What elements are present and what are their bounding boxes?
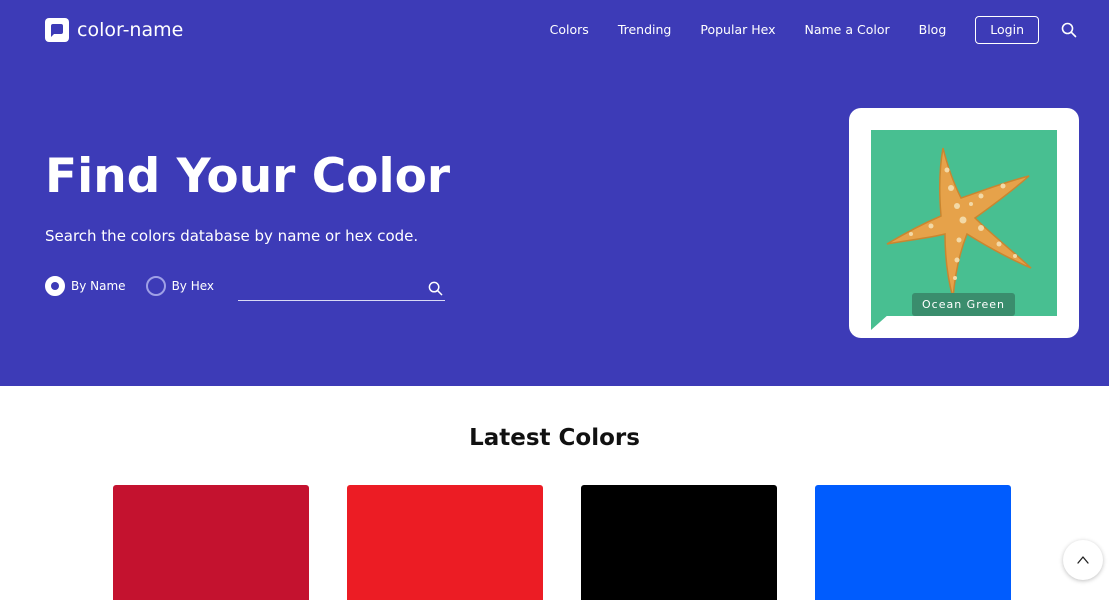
search-submit-icon[interactable] <box>425 278 445 300</box>
latest-color-tile[interactable] <box>113 485 309 600</box>
latest-color-tile[interactable] <box>815 485 1011 600</box>
brand-logo[interactable]: color-name <box>45 18 183 42</box>
hero-section: color-name Colors Trending Popular Hex N… <box>0 0 1109 386</box>
chevron-up-icon <box>1077 556 1089 564</box>
swatch-tail <box>871 314 889 330</box>
page-title: Find Your Color <box>45 149 451 204</box>
radio-unselected-icon[interactable] <box>145 276 166 296</box>
search-mode-group: By Name By Hex <box>45 276 234 296</box>
color-search <box>238 277 445 301</box>
nav-item-trending[interactable]: Trending <box>618 16 672 44</box>
nav-item-popular-hex[interactable]: Popular Hex <box>700 16 775 44</box>
latest-colors-title: Latest Colors <box>469 425 640 451</box>
brand-name: color-name <box>77 19 184 41</box>
main-nav: Colors Trending Popular Hex Name a Color… <box>550 16 1079 44</box>
latest-color-tile[interactable] <box>581 485 777 600</box>
radio-selected-icon[interactable] <box>45 276 65 296</box>
login-button[interactable]: Login <box>975 16 1039 44</box>
nav-item-colors[interactable]: Colors <box>550 16 589 44</box>
featured-color-name: Ocean Green <box>912 293 1015 316</box>
radio-by-hex-label: By Hex <box>171 279 215 293</box>
nav-item-name-a-color[interactable]: Name a Color <box>805 16 890 44</box>
scroll-to-top-button[interactable] <box>1063 540 1103 580</box>
radio-by-name-label: By Name <box>71 279 126 293</box>
latest-color-tile[interactable] <box>347 485 543 600</box>
color-search-input[interactable] <box>238 277 425 300</box>
nav-item-blog[interactable]: Blog <box>919 16 947 44</box>
page-subtitle: Search the colors database by name or he… <box>45 227 419 245</box>
search-icon[interactable] <box>1059 16 1079 44</box>
featured-color-card[interactable]: Ocean Green <box>849 108 1079 338</box>
radio-by-hex[interactable]: By Hex <box>145 276 215 296</box>
starfish-image <box>886 147 1032 299</box>
radio-by-name[interactable]: By Name <box>45 276 126 296</box>
featured-color-swatch <box>871 130 1057 316</box>
chat-bubble-icon <box>45 18 69 42</box>
